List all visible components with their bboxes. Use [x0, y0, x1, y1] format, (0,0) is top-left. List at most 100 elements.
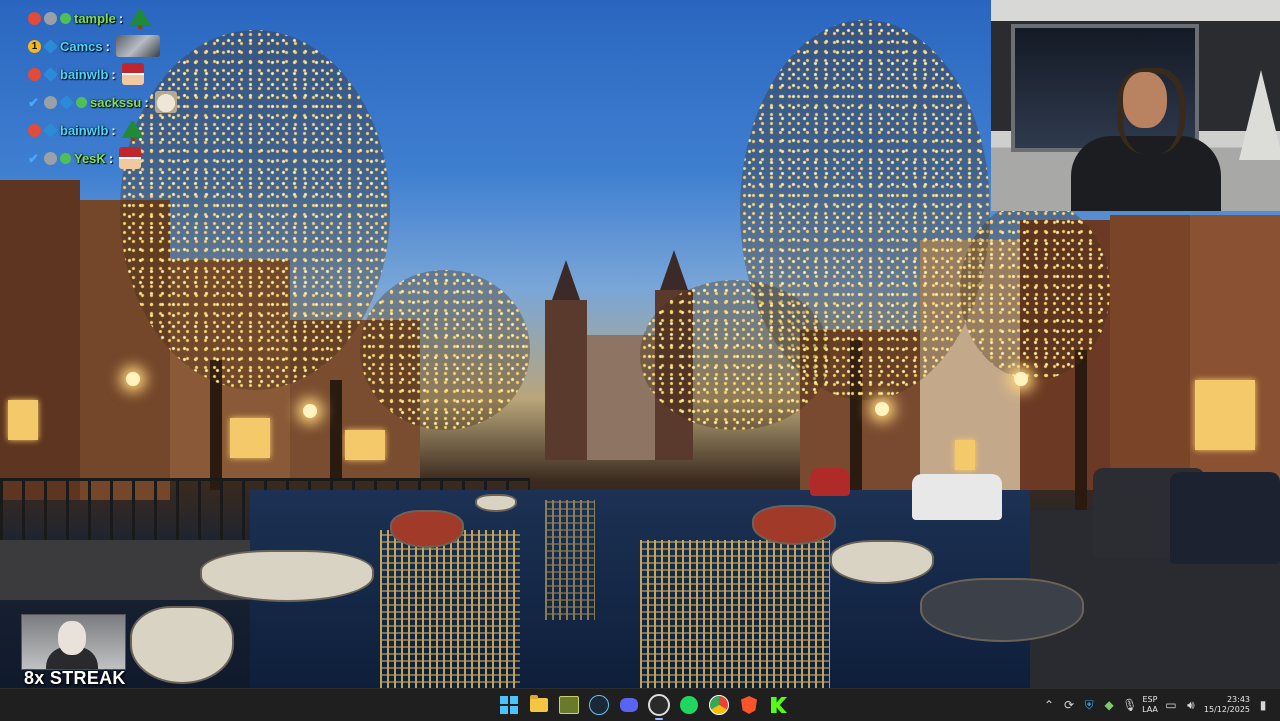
museum-tower-left: [545, 300, 587, 460]
windows-taskbar: ⌃ ⟳ ⛨ ◆ 🎙︎ ESP LAA ▭ 🔊︎ 23:43 15/12/2025…: [0, 688, 1280, 721]
chat-colon: :: [105, 38, 110, 54]
moored-boat: [390, 510, 464, 548]
avatar-head: [58, 621, 86, 655]
sync-icon[interactable]: ⟳: [1062, 698, 1076, 712]
red-badge-icon: [28, 67, 41, 81]
check-badge-icon: ✔: [28, 94, 39, 110]
microphone-icon[interactable]: 🎙︎: [1122, 698, 1137, 712]
chat-message: bainwlb :: [28, 116, 228, 144]
moored-boat: [475, 494, 517, 512]
discord-icon: [620, 698, 638, 712]
obs-button[interactable]: [647, 693, 671, 720]
blue-badge-icon: [43, 66, 58, 82]
blue-badge-icon: [59, 94, 74, 110]
file-explorer-button[interactable]: [527, 693, 551, 717]
chrome-icon: [709, 695, 729, 715]
streak-avatar: [21, 614, 126, 670]
obs-icon: [648, 694, 670, 716]
canal-house-left: [0, 180, 80, 500]
chrome-button[interactable]: [707, 693, 731, 717]
chat-message: ✔ sackssu :: [28, 88, 228, 116]
lit-tree-right: [740, 20, 990, 400]
chevron-up-icon[interactable]: ⌃: [1042, 698, 1056, 712]
monitor-icon[interactable]: ▭: [1164, 698, 1178, 712]
network-app-icon[interactable]: ◆: [1102, 698, 1116, 712]
game-icon: [559, 696, 579, 714]
kick-button[interactable]: [767, 693, 791, 717]
spotify-button[interactable]: [677, 693, 701, 717]
chat-colon: :: [111, 66, 116, 82]
chat-message: tample :: [28, 4, 228, 32]
stream-chat-overlay: tample : 1 Camcs : bainwlb : ✔ sackssu :…: [28, 4, 228, 172]
parked-car: [810, 468, 850, 496]
taskbar-apps: [497, 693, 791, 720]
grey-badge-icon: [44, 151, 57, 165]
moored-boat: [752, 505, 836, 545]
keyboard-layout: LAA: [1142, 705, 1158, 714]
lit-window: [1195, 380, 1255, 450]
street-lamp: [1014, 372, 1028, 386]
chat-message: ✔ YesK :: [28, 144, 228, 172]
lit-tree-right-2: [960, 200, 1110, 380]
chat-username: bainwlb: [60, 66, 109, 82]
moored-boat: [130, 606, 234, 684]
blue-badge-icon: [43, 122, 58, 138]
red-badge-icon: [28, 11, 41, 25]
street-lamp: [303, 404, 317, 418]
parked-car: [912, 474, 1002, 520]
language-code: ESP: [1142, 695, 1158, 704]
lit-tree-left-2: [360, 270, 530, 430]
brave-icon: [741, 696, 757, 714]
tree-emote-icon: [129, 7, 152, 29]
clock-date: 15/12/2025: [1203, 705, 1250, 714]
streamer-head: [1123, 72, 1167, 128]
museum-spire-left: [552, 260, 580, 300]
steam-icon: [589, 695, 609, 715]
museum-spire-right: [660, 250, 688, 290]
lit-window: [230, 418, 270, 458]
blue-badge-icon: [43, 38, 58, 54]
photo-emote-icon: [115, 35, 160, 57]
chat-colon: :: [118, 10, 124, 26]
brave-button[interactable]: [737, 693, 761, 717]
streak-label: 8x STREAK: [24, 668, 126, 688]
chat-username: Camcs: [60, 38, 103, 54]
grey-badge-icon: [44, 95, 57, 109]
shield-icon[interactable]: ⛨: [1082, 698, 1096, 713]
parked-car: [1170, 472, 1280, 564]
clock-time: 23:43: [1226, 695, 1250, 704]
santa-hat-emote-icon: [121, 63, 144, 85]
chat-colon: :: [144, 94, 149, 110]
game-app-button[interactable]: [557, 693, 581, 717]
volume-icon[interactable]: 🔊︎: [1184, 698, 1198, 713]
notification-icon[interactable]: ▮: [1256, 698, 1270, 712]
discord-button[interactable]: [617, 693, 641, 717]
streamer: [1061, 68, 1231, 211]
lit-window: [955, 440, 975, 470]
lit-window: [345, 430, 385, 460]
steam-button[interactable]: [587, 693, 611, 717]
green-badge-icon: [76, 96, 87, 108]
start-button[interactable]: [497, 693, 521, 717]
chat-username: YesK: [74, 150, 106, 166]
spotify-icon: [680, 696, 698, 714]
streamer-webcam: [991, 0, 1280, 211]
street-lamp: [126, 372, 140, 386]
moored-boat: [920, 578, 1084, 642]
light-reflection: [545, 500, 595, 620]
clock[interactable]: 23:43 15/12/2025: [1204, 695, 1250, 715]
tree-trunk: [330, 380, 342, 480]
chat-username: sackssu: [90, 94, 142, 110]
language-indicator[interactable]: ESP LAA: [1142, 695, 1158, 715]
light-reflection: [640, 540, 830, 688]
tree-trunk: [1075, 350, 1087, 530]
check-badge-icon: ✔: [28, 150, 39, 166]
chat-colon: :: [108, 150, 114, 166]
chat-username: bainwlb: [60, 122, 109, 138]
kick-icon: [771, 697, 787, 713]
red-badge-icon: [28, 123, 41, 137]
grey-badge-icon: [44, 11, 57, 25]
chat-message: 1 Camcs :: [28, 32, 228, 60]
windows-icon: [500, 696, 518, 714]
green-badge-icon: [60, 12, 71, 24]
